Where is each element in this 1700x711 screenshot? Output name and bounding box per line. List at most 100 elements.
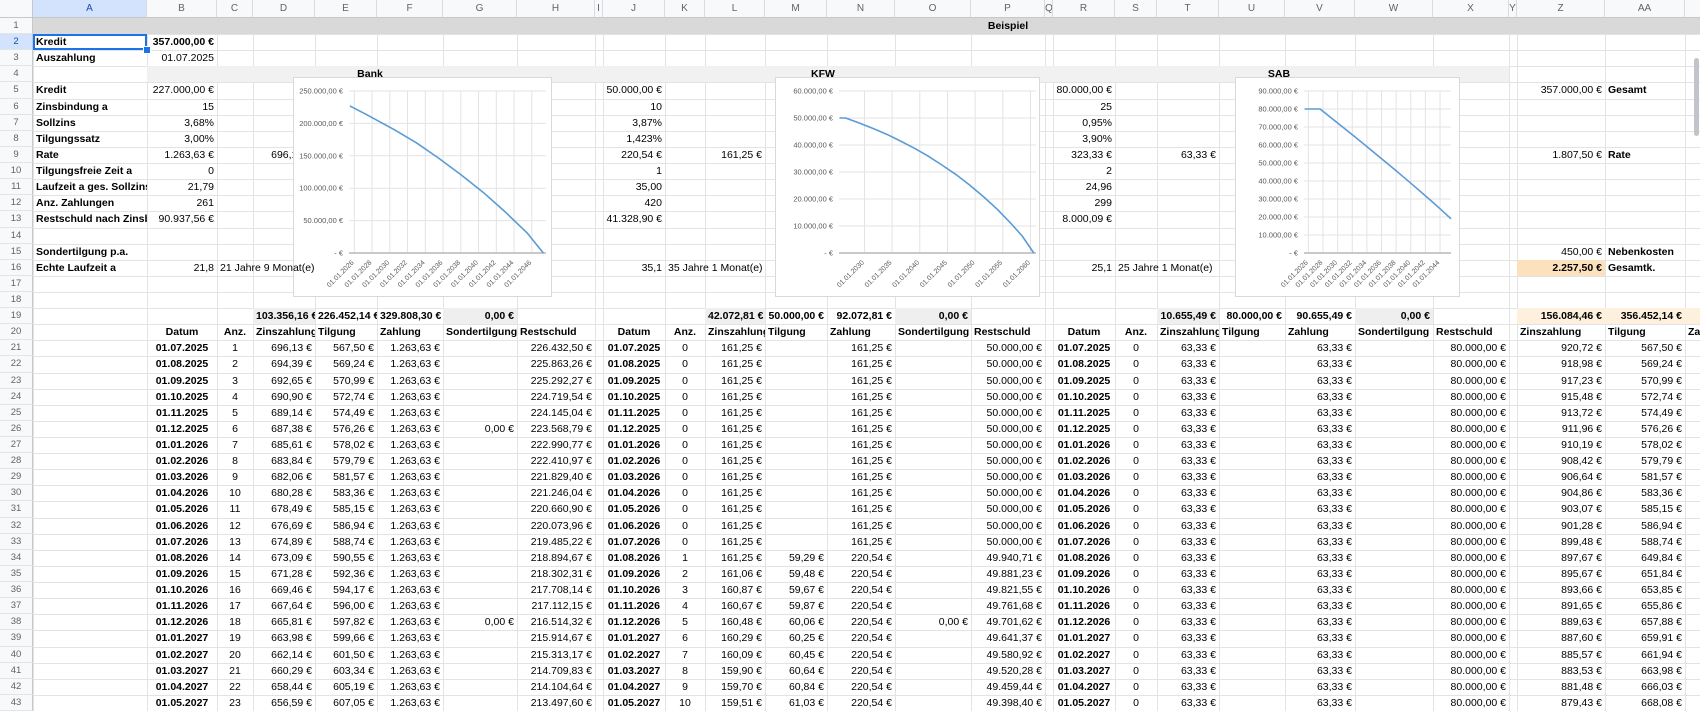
cell-F40[interactable]: 1.263,63 €: [377, 647, 443, 663]
cell-R30[interactable]: 01.04.2026: [1053, 485, 1115, 501]
cell-P31[interactable]: 50.000,00 €: [971, 501, 1045, 517]
row-header-23[interactable]: 23: [0, 373, 33, 389]
cell-M40[interactable]: 60,45 €: [765, 647, 827, 663]
cell-O38[interactable]: 0,00 €: [895, 614, 971, 630]
column-header-Z[interactable]: Z: [1517, 0, 1605, 18]
cell-AB19[interactable]: 512.536,60 €: [1685, 308, 1700, 324]
cell-AA32[interactable]: 586,94 €: [1605, 518, 1685, 534]
cell-B41[interactable]: 01.03.2027: [147, 663, 217, 679]
cell-A16[interactable]: Echte Laufzeit a: [33, 260, 147, 276]
cell-V20[interactable]: Zahlung: [1285, 324, 1355, 340]
cell-D25[interactable]: 689,14 €: [253, 405, 315, 421]
cell-S16[interactable]: 25 Jahre 1 Monat(e): [1115, 260, 1225, 276]
column-header-O[interactable]: O: [895, 0, 971, 18]
cell-K28[interactable]: 0: [665, 453, 705, 469]
cell-R5[interactable]: 80.000,00 €: [1053, 82, 1115, 98]
cell-F41[interactable]: 1.263,63 €: [377, 663, 443, 679]
cell-P43[interactable]: 49.398,40 €: [971, 695, 1045, 711]
cell-J40[interactable]: 01.02.2027: [603, 647, 665, 663]
cell-N35[interactable]: 220,54 €: [827, 566, 895, 582]
cell-L28[interactable]: 161,25 €: [705, 453, 765, 469]
cell-H38[interactable]: 216.514,32 €: [517, 614, 595, 630]
cell-H40[interactable]: 215.313,17 €: [517, 647, 595, 663]
row-header-1[interactable]: 1: [0, 18, 33, 34]
cell-L19[interactable]: 42.072,81 €: [705, 308, 765, 324]
cell-J29[interactable]: 01.03.2026: [603, 469, 665, 485]
cell-M43[interactable]: 61,03 €: [765, 695, 827, 711]
cell-F29[interactable]: 1.263,63 €: [377, 469, 443, 485]
cell-R22[interactable]: 01.08.2025: [1053, 356, 1115, 372]
cell-K21[interactable]: 0: [665, 340, 705, 356]
cell-X33[interactable]: 80.000,00 €: [1433, 534, 1509, 550]
cell-J27[interactable]: 01.01.2026: [603, 437, 665, 453]
cell-R6[interactable]: 25: [1053, 99, 1115, 115]
cell-AA41[interactable]: 663,98 €: [1605, 663, 1685, 679]
row-header-7[interactable]: 7: [0, 115, 33, 131]
cell-F30[interactable]: 1.263,63 €: [377, 485, 443, 501]
row-header-21[interactable]: 21: [0, 340, 33, 356]
row-header-31[interactable]: 31: [0, 501, 33, 517]
cell-F27[interactable]: 1.263,63 €: [377, 437, 443, 453]
cell-A8[interactable]: Tilgungssatz: [33, 131, 147, 147]
cell-V29[interactable]: 63,33 €: [1285, 469, 1355, 485]
row-header-38[interactable]: 38: [0, 614, 33, 630]
cell-K38[interactable]: 5: [665, 614, 705, 630]
cell-H25[interactable]: 224.145,04 €: [517, 405, 595, 421]
cell-T27[interactable]: 63,33 €: [1157, 437, 1219, 453]
cell-U19[interactable]: 80.000,00 €: [1219, 308, 1285, 324]
cell-E20[interactable]: Tilgung: [315, 324, 377, 340]
cell-C37[interactable]: 17: [217, 598, 253, 614]
cell-H43[interactable]: 213.497,60 €: [517, 695, 595, 711]
cell-L27[interactable]: 161,25 €: [705, 437, 765, 453]
cell-P22[interactable]: 50.000,00 €: [971, 356, 1045, 372]
cell-AA22[interactable]: 569,24 €: [1605, 356, 1685, 372]
column-header-AB[interactable]: AB: [1685, 0, 1700, 18]
cell-V40[interactable]: 63,33 €: [1285, 647, 1355, 663]
cell-E24[interactable]: 572,74 €: [315, 389, 377, 405]
cell-F42[interactable]: 1.263,63 €: [377, 679, 443, 695]
cell-R23[interactable]: 01.09.2025: [1053, 373, 1115, 389]
cell-H27[interactable]: 222.990,77 €: [517, 437, 595, 453]
cell-AA26[interactable]: 576,26 €: [1605, 421, 1685, 437]
cell-X41[interactable]: 80.000,00 €: [1433, 663, 1509, 679]
cell-T38[interactable]: 63,33 €: [1157, 614, 1219, 630]
row-header-40[interactable]: 40: [0, 647, 33, 663]
cell-R20[interactable]: Datum: [1053, 324, 1115, 340]
cell-D26[interactable]: 687,38 €: [253, 421, 315, 437]
cell-E38[interactable]: 597,82 €: [315, 614, 377, 630]
cell-S20[interactable]: Anz.: [1115, 324, 1157, 340]
column-header-N[interactable]: N: [827, 0, 895, 18]
cell-Z22[interactable]: 918,98 €: [1517, 356, 1605, 372]
cell-L26[interactable]: 161,25 €: [705, 421, 765, 437]
cell-Z28[interactable]: 908,42 €: [1517, 453, 1605, 469]
cell-S41[interactable]: 0: [1115, 663, 1157, 679]
cell-P42[interactable]: 49.459,44 €: [971, 679, 1045, 695]
cell-R31[interactable]: 01.05.2026: [1053, 501, 1115, 517]
cell-L42[interactable]: 159,70 €: [705, 679, 765, 695]
cell-R28[interactable]: 01.02.2026: [1053, 453, 1115, 469]
row-header-29[interactable]: 29: [0, 469, 33, 485]
row-header-10[interactable]: 10: [0, 163, 33, 179]
column-header-Y[interactable]: Y: [1509, 0, 1517, 18]
cell-J34[interactable]: 01.08.2026: [603, 550, 665, 566]
cell-T35[interactable]: 63,33 €: [1157, 566, 1219, 582]
cell-C21[interactable]: 1: [217, 340, 253, 356]
cell-T29[interactable]: 63,33 €: [1157, 469, 1219, 485]
column-header-T[interactable]: T: [1157, 0, 1219, 18]
cell-T41[interactable]: 63,33 €: [1157, 663, 1219, 679]
cell-X24[interactable]: 80.000,00 €: [1433, 389, 1509, 405]
cell-E31[interactable]: 585,15 €: [315, 501, 377, 517]
cell-X26[interactable]: 80.000,00 €: [1433, 421, 1509, 437]
cell-H32[interactable]: 220.073,96 €: [517, 518, 595, 534]
cell-H22[interactable]: 225.863,26 €: [517, 356, 595, 372]
cell-R26[interactable]: 01.12.2025: [1053, 421, 1115, 437]
cell-R40[interactable]: 01.02.2027: [1053, 647, 1115, 663]
cell-D39[interactable]: 663,98 €: [253, 630, 315, 646]
column-header-S[interactable]: S: [1115, 0, 1157, 18]
cell-X29[interactable]: 80.000,00 €: [1433, 469, 1509, 485]
cell-P21[interactable]: 50.000,00 €: [971, 340, 1045, 356]
cell-P25[interactable]: 50.000,00 €: [971, 405, 1045, 421]
cell-Z5[interactable]: 357.000,00 €: [1517, 82, 1605, 98]
cell-B39[interactable]: 01.01.2027: [147, 630, 217, 646]
cell-T26[interactable]: 63,33 €: [1157, 421, 1219, 437]
